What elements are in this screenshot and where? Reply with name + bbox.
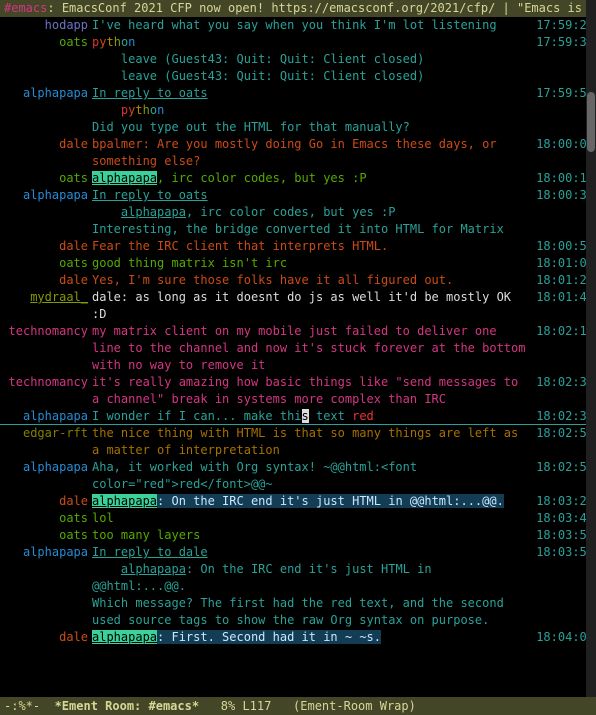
- message-row: oatslol18:03:46: [0, 510, 596, 527]
- message-body: leave (Guest43: Quit: Quit: Client close…: [92, 51, 534, 68]
- nick: oats: [0, 527, 92, 544]
- scrollbar-thumb[interactable]: [587, 92, 595, 152]
- nick: dale: [0, 136, 92, 153]
- nick: alphapapa: [0, 459, 92, 476]
- message-body: Yes, I'm sure those folks have it all fi…: [92, 272, 534, 289]
- nick: alphapapa: [0, 408, 92, 425]
- message-body: dale: as long as it doesnt do js as well…: [92, 289, 534, 323]
- message-row: hodappI've heard what you say when you t…: [0, 17, 596, 34]
- message-body: In reply to oats alphapapa, irc color co…: [92, 187, 534, 221]
- message-body: alphapapa: On the IRC end it's just HTML…: [92, 493, 534, 510]
- nick: hodapp: [0, 17, 92, 34]
- nick: dale: [0, 272, 92, 289]
- message-row: alphapapaAha, it worked with Org syntax!…: [0, 459, 596, 493]
- nick: alphapapa: [0, 187, 92, 204]
- nick: oats: [0, 255, 92, 272]
- message-row: alphapapaIn reply to oats python17:59:58: [0, 85, 596, 119]
- message-body: Did you type out the HTML for that manua…: [92, 119, 534, 136]
- message-row: oatspython17:59:31: [0, 34, 596, 51]
- message-body: In reply to dale alphapapa: On the IRC e…: [92, 544, 534, 595]
- message-row: leave (Guest43: Quit: Quit: Client close…: [0, 68, 596, 85]
- message-row: dalealphapapa: On the IRC end it's just …: [0, 493, 596, 510]
- message-body: alphapapa, irc color codes, but yes :P: [92, 170, 534, 187]
- channel-name: #emacs: [4, 1, 47, 15]
- message-row: alphapapaIn reply to dale alphapapa: On …: [0, 544, 596, 595]
- message-row: Interesting, the bridge converted it int…: [0, 221, 596, 238]
- message-row: oatsalphapapa, irc color codes, but yes …: [0, 170, 596, 187]
- nick: dale: [0, 238, 92, 255]
- mode-line: -:%*- *Ement Room: #emacs* 8% L117 (Emen…: [0, 697, 596, 715]
- message-row: Did you type out the HTML for that manua…: [0, 119, 596, 136]
- message-row: mydraal_dale: as long as it doesnt do js…: [0, 289, 596, 323]
- message-body: python: [92, 34, 534, 51]
- message-row: daleYes, I'm sure those folks have it al…: [0, 272, 596, 289]
- message-row: leave (Guest43: Quit: Quit: Client close…: [0, 51, 596, 68]
- channel-topic: EmacsConf 2021 CFP now open! https://ema…: [62, 1, 596, 15]
- message-body: leave (Guest43: Quit: Quit: Client close…: [92, 68, 534, 85]
- message-row: dalealphapapa: First. Second had it in ~…: [0, 629, 596, 646]
- message-body: Interesting, the bridge converted it int…: [92, 221, 534, 238]
- message-row: alphapapaI wonder if I can... make this …: [0, 408, 596, 425]
- nick: oats: [0, 170, 92, 187]
- nick: oats: [0, 34, 92, 51]
- nick: mydraal_: [0, 289, 92, 306]
- scrollbar[interactable]: [586, 0, 596, 697]
- message-body: good thing matrix isn't irc: [92, 255, 534, 272]
- message-row: oatstoo many layers18:03:52: [0, 527, 596, 544]
- message-body: it's really amazing how basic things lik…: [92, 374, 534, 408]
- message-row: edgar-rftthe nice thing with HTML is tha…: [0, 425, 596, 459]
- nick: technomancy: [0, 323, 92, 340]
- modeline-flags: -:%*-: [4, 698, 40, 715]
- message-row: daleFear the IRC client that interprets …: [0, 238, 596, 255]
- message-body: the nice thing with HTML is that so many…: [92, 425, 534, 459]
- message-body: Aha, it worked with Org syntax! ~@@html:…: [92, 459, 534, 493]
- message-body: bpalmer: Are you mostly doing Go in Emac…: [92, 136, 534, 170]
- message-row: technomancymy matrix client on my mobile…: [0, 323, 596, 374]
- nick: technomancy: [0, 374, 92, 391]
- message-body: Fear the IRC client that interprets HTML…: [92, 238, 534, 255]
- message-body: I wonder if I can... make this text red: [92, 408, 534, 425]
- message-body: alphapapa: First. Second had it in ~ ~s.: [92, 629, 534, 646]
- message-row: Which message? The first had the red tex…: [0, 595, 596, 629]
- message-log[interactable]: hodappI've heard what you say when you t…: [0, 17, 596, 646]
- nick: alphapapa: [0, 544, 92, 561]
- message-body: In reply to oats python: [92, 85, 534, 119]
- modeline-buffer: *Ement Room: #emacs*: [55, 698, 200, 715]
- nick: alphapapa: [0, 85, 92, 102]
- message-row: technomancyit's really amazing how basic…: [0, 374, 596, 408]
- message-row: dalebpalmer: Are you mostly doing Go in …: [0, 136, 596, 170]
- modeline-minor: (Ement-Room Wrap): [293, 698, 416, 715]
- message-row: alphapapaIn reply to oats alphapapa, irc…: [0, 187, 596, 221]
- nick: dale: [0, 629, 92, 646]
- nick: dale: [0, 493, 92, 510]
- message-body: lol: [92, 510, 534, 527]
- message-body: I've heard what you say when you think I…: [92, 17, 534, 34]
- message-body: too many layers: [92, 527, 534, 544]
- nick: edgar-rft: [0, 425, 92, 442]
- header-bar: #emacs: EmacsConf 2021 CFP now open! htt…: [0, 0, 596, 17]
- message-body: Which message? The first had the red tex…: [92, 595, 534, 629]
- message-body: my matrix client on my mobile just faile…: [92, 323, 534, 374]
- modeline-position: 8% L117: [221, 698, 272, 715]
- nick: oats: [0, 510, 92, 527]
- message-row: oatsgood thing matrix isn't irc18:01:05: [0, 255, 596, 272]
